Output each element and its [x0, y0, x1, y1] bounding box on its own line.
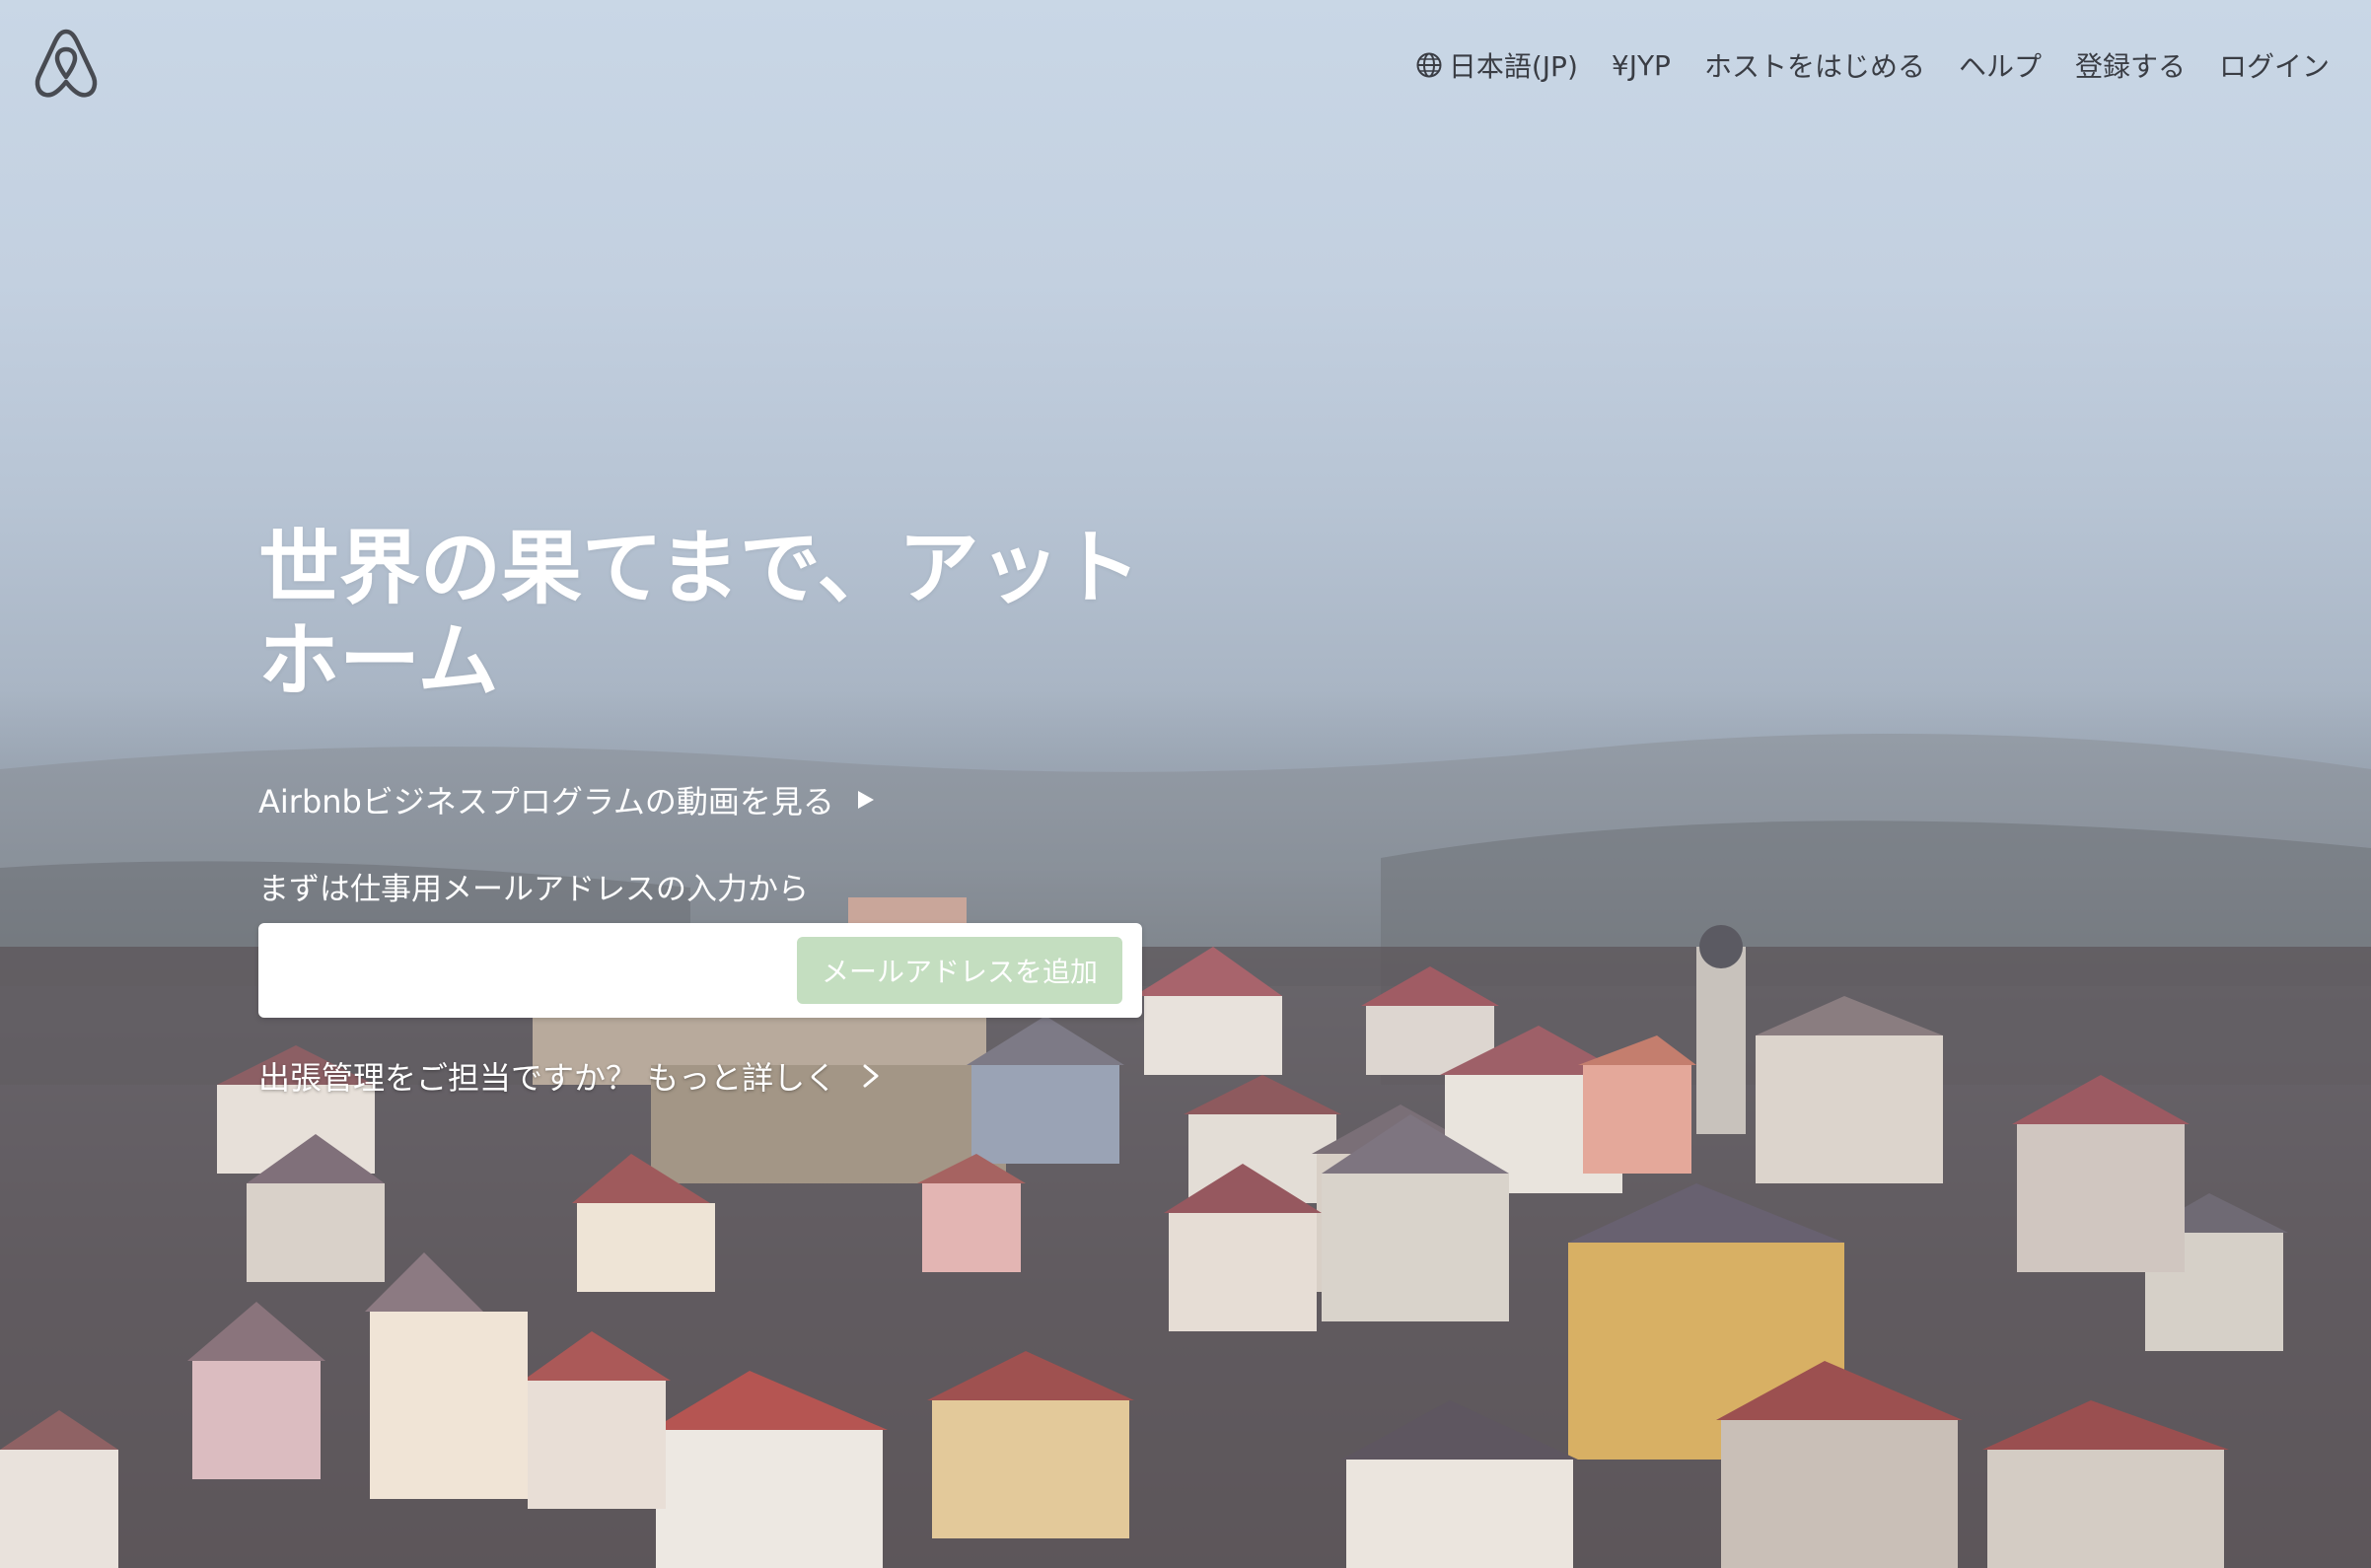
email-input[interactable]: [272, 937, 789, 1006]
add-email-button[interactable]: メールアドレスを追加: [797, 937, 1122, 1004]
top-nav: 日本語(JP) ¥JYP ホストをはじめる ヘルプ 登録する ログイン: [1382, 45, 2330, 85]
play-icon: [857, 791, 874, 809]
help-link[interactable]: ヘルプ: [1959, 45, 2042, 85]
language-label: 日本語(JP): [1448, 50, 1578, 83]
language-selector[interactable]: 日本語(JP): [1415, 45, 1578, 85]
hero-section: 世界の果てまで、アットホーム Airbnbビジネスプログラムの動画を見る まずは…: [258, 522, 1245, 1097]
signup-link[interactable]: 登録する: [2075, 45, 2186, 85]
login-link[interactable]: ログイン: [2219, 45, 2330, 85]
learn-more-link[interactable]: 出張管理をご担当ですか？ もっと詳しく: [258, 1053, 882, 1099]
page: 日本語(JP) ¥JYP ホストをはじめる ヘルプ 登録する ログイン 世界の果…: [0, 0, 2371, 1568]
watch-video-link[interactable]: Airbnbビジネスプログラムの動画を見る: [258, 777, 876, 822]
learn-more-label: 出張管理をご担当ですか？ もっと詳しく: [258, 1059, 837, 1097]
airbnb-belo-icon[interactable]: [32, 26, 101, 101]
chevron-right-icon: [863, 1064, 879, 1088]
top-header: 日本語(JP) ¥JYP ホストをはじめる ヘルプ 登録する ログイン: [0, 0, 2371, 128]
email-label: まずは仕事用メールアドレスの入力から: [258, 872, 809, 907]
become-host-link[interactable]: ホストをはじめる: [1704, 45, 1925, 85]
hero-title: 世界の果てまで、アットホーム: [258, 522, 1141, 708]
currency-selector[interactable]: ¥JYP: [1612, 49, 1671, 82]
watch-video-label: Airbnbビジネスプログラムの動画を見る: [258, 783, 834, 820]
globe-icon: [1416, 52, 1442, 78]
email-form: メールアドレスを追加: [258, 923, 1142, 1018]
